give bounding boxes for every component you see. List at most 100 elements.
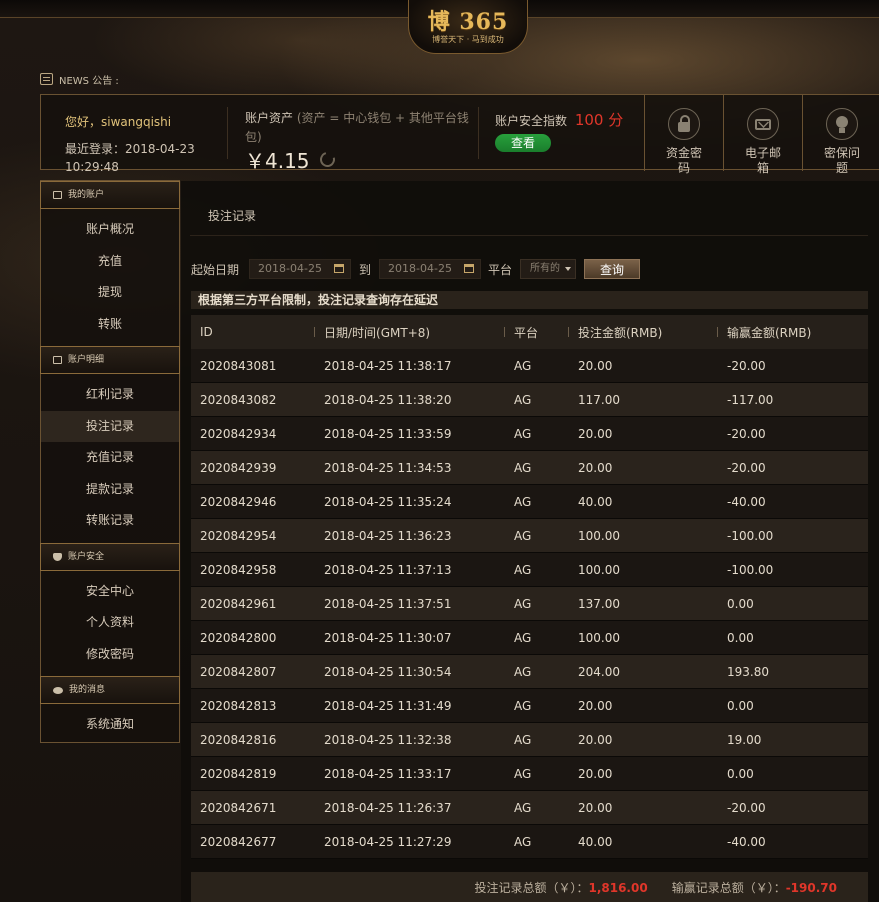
cell-bet-amount: 20.00 <box>578 766 613 781</box>
cell-win-loss: 0.00 <box>727 698 754 713</box>
divider <box>227 107 228 159</box>
cell-platform: AG <box>514 800 532 815</box>
cell-id: 2020843081 <box>200 358 277 373</box>
cell-win-loss: -20.00 <box>727 460 766 475</box>
safety-label: 账户安全指数 <box>495 114 568 128</box>
cell-platform: AG <box>514 494 532 509</box>
divider <box>190 235 868 236</box>
news-bar[interactable]: NEWS 公告 : <box>40 70 119 88</box>
cell-datetime: 2018-04-25 11:33:17 <box>324 766 452 781</box>
news-icon <box>40 73 53 85</box>
table-row: 2020842816 2018-04-25 11:32:38 AG 20.00 19.0… <box>191 723 868 757</box>
sidebar-item-transfer-records[interactable]: 转账记录 <box>41 505 179 537</box>
quick-link-label: 密保问题 <box>823 146 860 175</box>
sidebar-item-security-center[interactable]: 安全中心 <box>41 576 179 608</box>
end-date-input[interactable]: 2018-04-25 <box>379 259 482 279</box>
security-question-link[interactable]: 密保问题 <box>802 95 879 175</box>
start-date-value: 2018-04-25 <box>258 262 322 275</box>
site-logo[interactable]: 博 365 博誉天下 · 马到成功 <box>408 0 528 54</box>
totals-bar: 投注记录总额（￥）：1,816.00 输赢记录总额（￥）：-190.70 <box>191 872 868 902</box>
cell-bet-amount: 20.00 <box>578 358 613 373</box>
sidebar-item-deposit-records[interactable]: 充值记录 <box>41 442 179 474</box>
delay-notice: 根据第三方平台限制，投注记录查询存在延迟 <box>191 291 868 309</box>
cell-datetime: 2018-04-25 11:38:20 <box>324 392 452 407</box>
query-button[interactable]: 查询 <box>584 259 641 279</box>
greeting: 您好，siwangqishi <box>65 115 172 129</box>
cell-win-loss: -100.00 <box>727 528 774 543</box>
calendar-icon[interactable] <box>464 264 475 273</box>
calendar-icon[interactable] <box>334 264 345 273</box>
table-row: 2020842939 2018-04-25 11:34:53 AG 20.00 -20.… <box>191 451 868 485</box>
sidebar-item-account-overview[interactable]: 账户概况 <box>41 214 179 246</box>
table-row: 2020842677 2018-04-25 11:27:29 AG 40.00 -40.… <box>191 825 868 859</box>
cell-platform: AG <box>514 528 532 543</box>
cell-bet-amount: 20.00 <box>578 426 613 441</box>
user-info: 您好，siwangqishi 最近登录：2018-04-23 10:29:48 <box>65 113 225 176</box>
table-row: 2020842807 2018-04-25 11:30:54 AG 204.00 193… <box>191 655 868 689</box>
last-login: 最近登录：2018-04-23 10:29:48 <box>65 142 195 174</box>
sidebar-section-my-messages: 我的消息 <box>40 676 180 704</box>
cell-id: 2020842954 <box>200 528 277 543</box>
sidebar-item-change-password[interactable]: 修改密码 <box>41 639 179 671</box>
table-row: 2020843082 2018-04-25 11:38:20 AG 117.00 -11… <box>191 383 868 417</box>
cell-id: 2020842677 <box>200 834 277 849</box>
section-title: 账户安全 <box>68 551 105 562</box>
email-link[interactable]: 电子邮箱 <box>723 95 802 175</box>
cell-datetime: 2018-04-25 11:27:29 <box>324 834 452 849</box>
fund-password-link[interactable]: 资金密码 <box>644 95 723 175</box>
cell-bet-amount: 100.00 <box>578 528 620 543</box>
sidebar-item-transfer[interactable]: 转账 <box>41 309 179 341</box>
table-row: 2020843081 2018-04-25 11:38:17 AG 20.00 -20.… <box>191 349 868 383</box>
platform-label: 平台 <box>488 262 513 277</box>
sidebar-item-bet-records[interactable]: 投注记录 <box>41 410 179 442</box>
cell-bet-amount: 20.00 <box>578 800 613 815</box>
cell-win-loss: 193.80 <box>727 664 769 679</box>
chevron-down-icon <box>565 267 572 271</box>
start-date-input[interactable]: 2018-04-25 <box>249 259 352 279</box>
cell-win-loss: -20.00 <box>727 358 766 373</box>
sidebar-item-deposit[interactable]: 充值 <box>41 246 179 278</box>
cell-bet-amount: 117.00 <box>578 392 620 407</box>
sidebar-item-withdraw[interactable]: 提现 <box>41 277 179 309</box>
cell-datetime: 2018-04-25 11:30:54 <box>324 664 452 679</box>
sidebar-section-my-account: 我的账户 <box>40 181 180 209</box>
sidebar-item-system-notice[interactable]: 系统通知 <box>41 709 179 741</box>
cell-platform: AG <box>514 460 532 475</box>
table-row: 2020842813 2018-04-25 11:31:49 AG 20.00 0.00 <box>191 689 868 723</box>
logo-slogan: 博誉天下 · 马到成功 <box>432 35 504 44</box>
win-total-value: -190.70 <box>785 880 837 895</box>
diamond-icon <box>53 686 63 694</box>
cell-id: 2020842958 <box>200 562 277 577</box>
sidebar-section-account-details: 账户明细 <box>40 346 180 374</box>
cell-win-loss: 0.00 <box>727 630 754 645</box>
cell-win-loss: -20.00 <box>727 426 766 441</box>
cell-datetime: 2018-04-25 11:35:24 <box>324 494 452 509</box>
cell-id: 2020842807 <box>200 664 277 679</box>
view-security-button[interactable]: 查看 <box>495 134 551 152</box>
table-row: 2020842958 2018-04-25 11:37:13 AG 100.00 -10… <box>191 553 868 587</box>
main-panel: 投注记录 起始日期 2018-04-25 到 2018-04-25 平台 所有的… <box>181 181 879 902</box>
cell-bet-amount: 20.00 <box>578 732 613 747</box>
cell-bet-amount: 137.00 <box>578 596 620 611</box>
cell-platform: AG <box>514 766 532 781</box>
cell-win-loss: -40.00 <box>727 494 766 509</box>
table-row: 2020842961 2018-04-25 11:37:51 AG 137.00 0.0… <box>191 587 868 621</box>
sidebar-item-bonus-records[interactable]: 红利记录 <box>41 379 179 411</box>
cell-bet-amount: 40.00 <box>578 834 613 849</box>
refresh-icon[interactable] <box>316 149 338 170</box>
quick-link-label: 电子邮箱 <box>744 146 781 175</box>
platform-select[interactable]: 所有的 <box>520 259 577 279</box>
cell-bet-amount: 100.00 <box>578 562 620 577</box>
sidebar-item-profile[interactable]: 个人资料 <box>41 607 179 639</box>
lock-icon <box>668 108 700 140</box>
cell-win-loss: 0.00 <box>727 596 754 611</box>
column-header-win-loss: 输赢金额(RMB) <box>717 324 868 341</box>
section-title: 账户明细 <box>68 355 105 365</box>
bet-total: 投注记录总额（￥）：1,816.00 <box>474 879 647 896</box>
cell-platform: AG <box>514 562 532 577</box>
cell-win-loss: 19.00 <box>727 732 762 747</box>
news-label: NEWS 公告 : <box>59 75 119 87</box>
table-row: 2020842819 2018-04-25 11:33:17 AG 20.00 0.00 <box>191 757 868 791</box>
sidebar-item-withdraw-records[interactable]: 提款记录 <box>41 474 179 506</box>
win-total-label: 输赢记录总额（￥）： <box>671 880 786 895</box>
